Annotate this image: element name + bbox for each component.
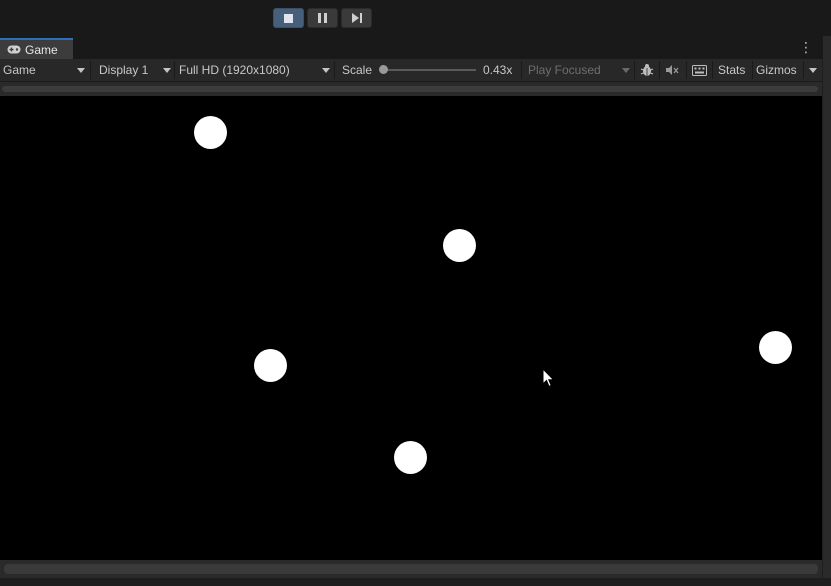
window-edge xyxy=(823,36,831,586)
white-ball xyxy=(759,331,792,364)
step-icon xyxy=(351,13,362,23)
display-value: Display 1 xyxy=(99,63,149,77)
mouse-cursor-icon xyxy=(542,368,555,388)
chevron-down-icon xyxy=(809,68,817,73)
bottom-edge xyxy=(0,578,831,586)
white-ball xyxy=(443,229,476,262)
gamepad-icon xyxy=(7,45,21,54)
stop-button[interactable] xyxy=(273,8,304,28)
gizmos-button[interactable]: Gizmos xyxy=(756,59,797,81)
white-ball xyxy=(254,349,287,382)
tab-strip: Game ⋮ xyxy=(0,36,831,59)
resolution-value: Full HD (1920x1080) xyxy=(179,63,290,77)
kebab-menu-icon[interactable]: ⋮ xyxy=(799,40,813,54)
mute-audio-icon[interactable] xyxy=(662,63,682,77)
play-mode-value: Play Focused xyxy=(528,63,601,77)
scrollbar-thumb[interactable] xyxy=(2,86,818,92)
bug-icon[interactable] xyxy=(637,63,657,77)
tab-game[interactable]: Game xyxy=(0,38,73,59)
game-viewport[interactable] xyxy=(0,96,822,560)
game-view-toolbar: Game Display 1 Full HD (1920x1080) Scale… xyxy=(0,59,822,82)
keyboard-icon[interactable] xyxy=(689,63,709,77)
play-mode-dropdown[interactable]: Play Focused xyxy=(528,59,632,81)
display-dropdown[interactable]: Display 1 xyxy=(99,59,173,81)
tab-label: Game xyxy=(25,42,58,57)
play-toolbar xyxy=(0,0,831,36)
white-ball xyxy=(394,441,427,474)
scale-slider-thumb[interactable] xyxy=(379,65,388,74)
chevron-down-icon xyxy=(163,68,171,73)
bottom-scrollbar[interactable] xyxy=(0,560,822,578)
scale-slider-track[interactable] xyxy=(383,69,476,71)
scale-label: Scale xyxy=(342,63,373,77)
step-button[interactable] xyxy=(341,8,372,28)
chevron-down-icon xyxy=(77,68,85,73)
chevron-down-icon xyxy=(322,68,330,73)
view-mode-value: Game xyxy=(3,63,36,77)
stats-button[interactable]: Stats xyxy=(718,59,745,81)
scrollbar-thumb[interactable] xyxy=(4,564,818,574)
scale-value: 0.43x xyxy=(483,63,513,77)
chevron-down-icon xyxy=(622,68,630,73)
resolution-dropdown[interactable]: Full HD (1920x1080) xyxy=(179,59,333,81)
view-mode-dropdown[interactable]: Game xyxy=(3,59,89,81)
stop-icon xyxy=(284,13,293,23)
white-ball xyxy=(194,116,227,149)
top-scrollbar[interactable] xyxy=(0,82,822,96)
pause-icon xyxy=(318,13,327,23)
gizmos-dropdown[interactable] xyxy=(804,59,822,81)
pause-button[interactable] xyxy=(307,8,338,28)
